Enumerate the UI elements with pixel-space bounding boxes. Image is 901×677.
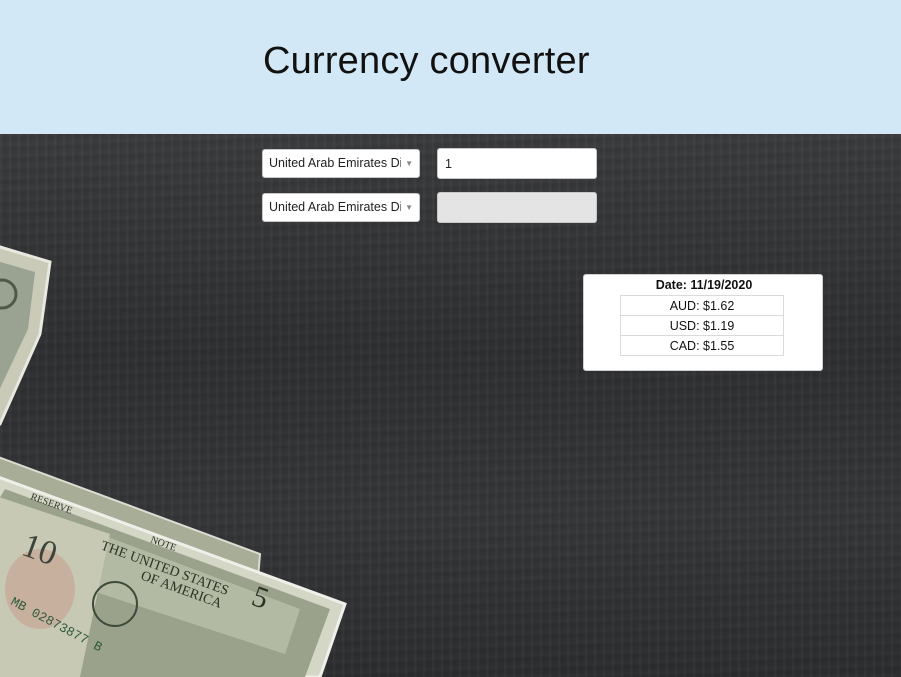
table-row: CAD: $1.55 (620, 335, 784, 356)
exchange-rates-card: Date: 11/19/2020 AUD: $1.62 USD: $1.19 C… (583, 274, 823, 371)
rate-cad: CAD: $1.55 (620, 335, 784, 356)
to-currency-select[interactable]: United Arab Emirates Dirham ▼ (262, 193, 420, 222)
to-amount-output[interactable] (437, 192, 597, 223)
page-header: Currency converter (0, 0, 901, 134)
currency-converter-page: Currency converter 10 MB 02873877 B THE … (0, 0, 901, 677)
from-amount-input[interactable] (437, 148, 597, 179)
from-currency-select[interactable]: United Arab Emirates Dirham ▼ (262, 149, 420, 178)
rate-aud: AUD: $1.62 (620, 295, 784, 316)
rates-table: AUD: $1.62 USD: $1.19 CAD: $1.55 (620, 295, 784, 356)
rate-usd: USD: $1.19 (620, 315, 784, 336)
rates-date: Date: 11/19/2020 (655, 278, 753, 292)
table-row: AUD: $1.62 (620, 295, 784, 316)
chevron-down-icon: ▼ (405, 203, 413, 212)
table-row: USD: $1.19 (620, 315, 784, 336)
page-title: Currency converter (263, 40, 590, 82)
to-currency-value: United Arab Emirates Dirham (269, 200, 401, 214)
from-currency-value: United Arab Emirates Dirham (269, 156, 401, 170)
chevron-down-icon: ▼ (405, 159, 413, 168)
